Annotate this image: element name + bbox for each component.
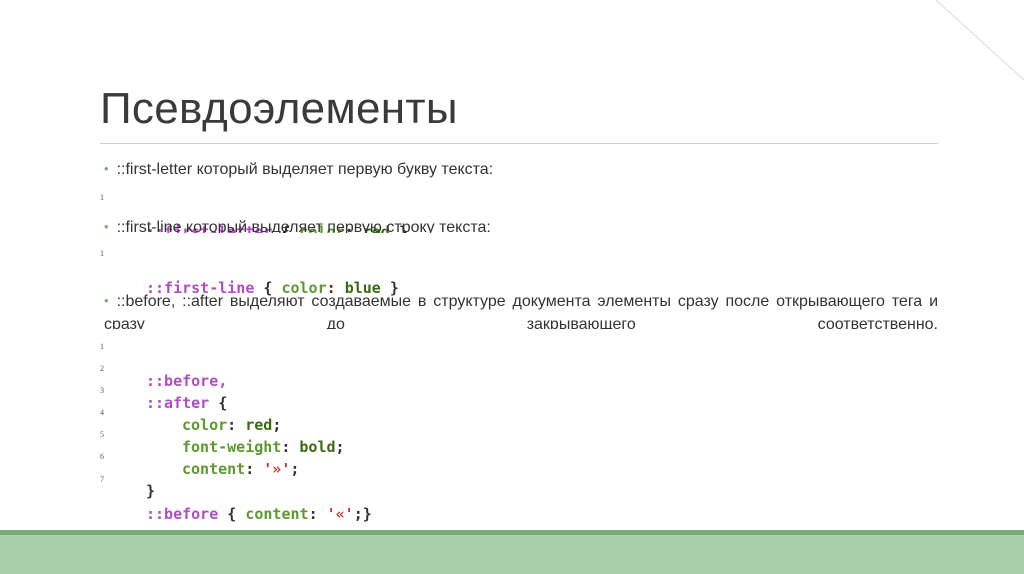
image-overlap xyxy=(100,329,940,333)
bullet-item: •::first-letter который выделяет первую … xyxy=(104,161,494,178)
title-divider xyxy=(100,143,938,144)
line-number: 3 xyxy=(100,386,104,395)
code-line: 1 ::first-line { color: blue } xyxy=(100,249,399,297)
image-overlap xyxy=(100,233,940,241)
code-line: 7 ::before { content: '«';} xyxy=(100,475,372,523)
line-number: 7 xyxy=(100,475,104,484)
bullet-icon: • xyxy=(104,161,109,176)
line-number: 4 xyxy=(100,408,104,417)
line-number: 2 xyxy=(100,364,104,373)
bullet-icon: • xyxy=(104,293,109,308)
line-number: 5 xyxy=(100,430,104,439)
line-number: 1 xyxy=(100,249,104,258)
line-number: 1 xyxy=(100,193,104,202)
footer-bar-accent xyxy=(0,530,1024,535)
page-title: Псевдоэлементы xyxy=(100,84,458,133)
line-number: 6 xyxy=(100,452,104,461)
bullet-icon: • xyxy=(104,219,109,234)
line-number: 1 xyxy=(100,342,104,351)
footer-bar xyxy=(0,530,1024,574)
